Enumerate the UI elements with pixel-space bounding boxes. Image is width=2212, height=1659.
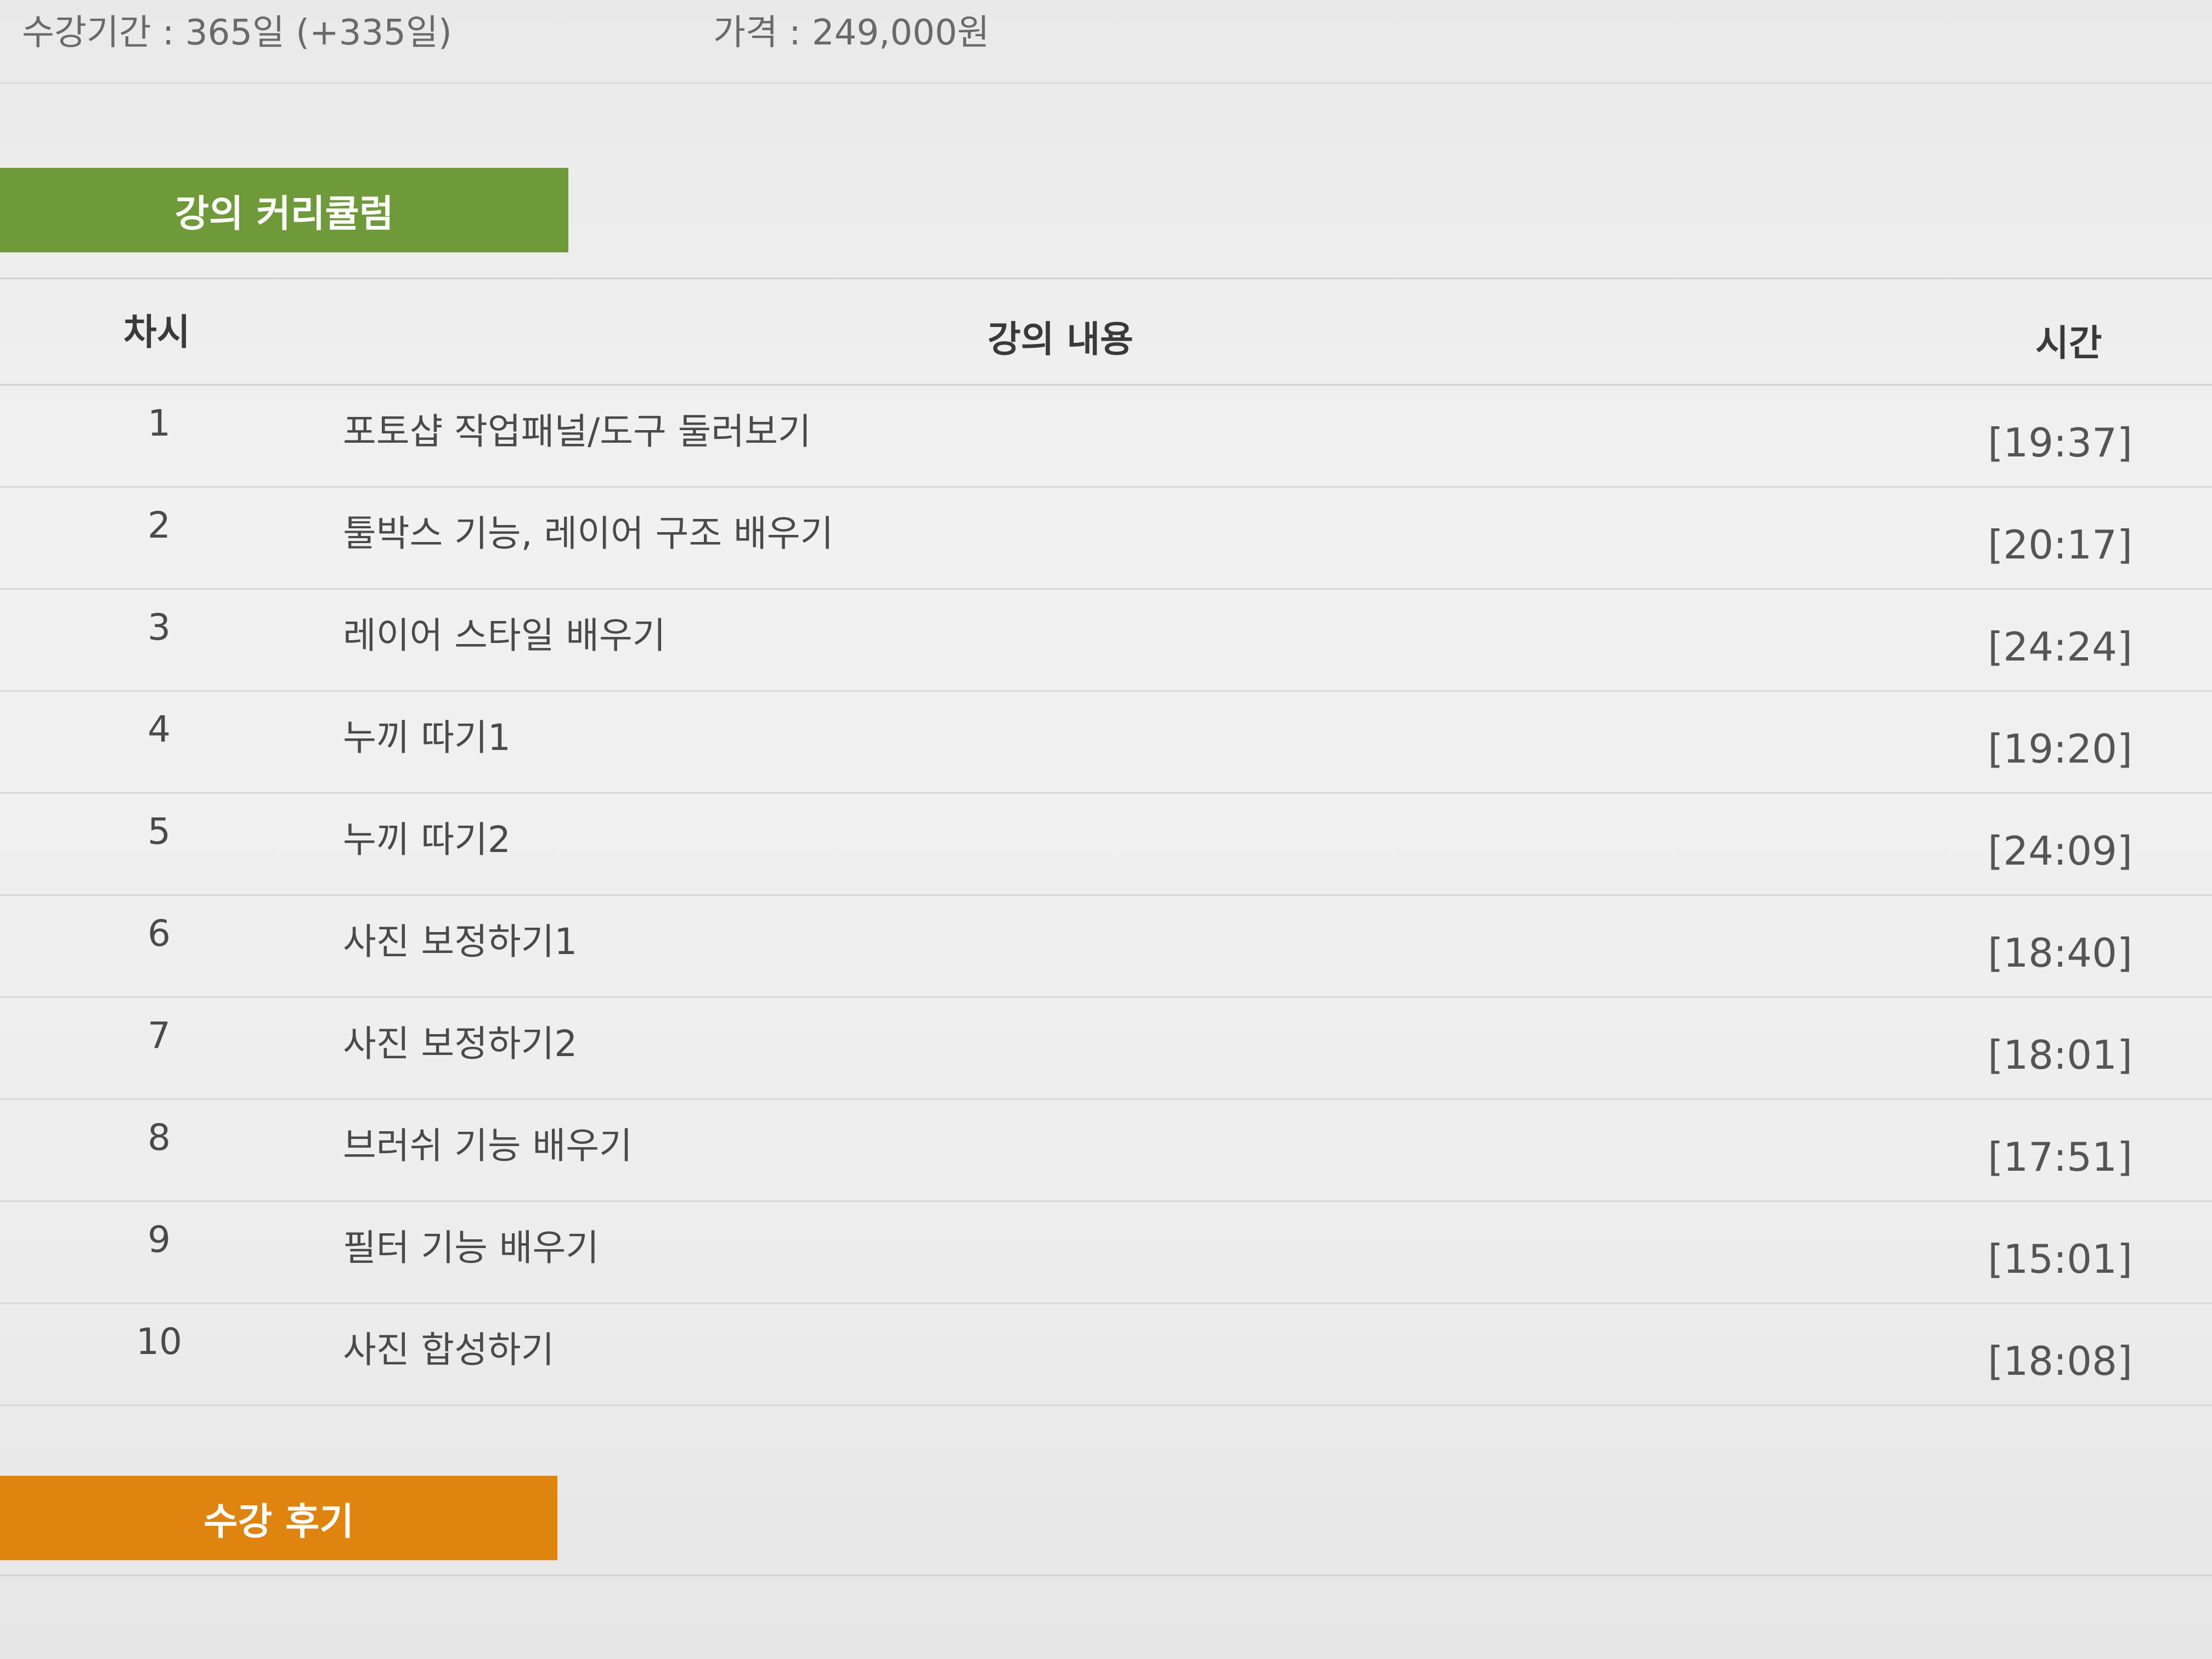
course-price: 가격 : 249,000원 [713,13,990,53]
table-row[interactable]: 4 누끼 따기1 [19:20] [0,692,2212,794]
course-period: 수강기간 : 365일 (+335일) [22,13,452,53]
lesson-title[interactable]: 누끼 따기1 [343,708,511,761]
lesson-number: 3 [148,606,171,648]
lesson-duration: [15:01] [1988,1236,2132,1282]
table-row[interactable]: 8 브러쉬 기능 배우기 [17:51] [0,1100,2212,1202]
table-row[interactable]: 5 누끼 따기2 [24:09] [0,794,2212,896]
section-divider [0,1575,2212,1576]
lesson-duration: [19:20] [1988,726,2132,772]
section-divider [0,278,2212,279]
lesson-number: 10 [136,1321,182,1363]
screen: 수강기간 : 365일 (+335일) 가격 : 249,000원 강의 커리큘… [0,0,2212,1659]
lesson-title[interactable]: 레이어 스타일 배우기 [343,606,665,659]
lesson-number: 4 [148,708,171,751]
lesson-duration: [24:24] [1988,624,2132,670]
curriculum-tab-label: 강의 커리큘럼 [174,192,394,236]
lesson-duration: [18:40] [1988,930,2132,976]
lesson-duration: [19:37] [1988,420,2132,466]
lesson-title[interactable]: 포토샵 작업패널/도구 둘러보기 [343,402,811,455]
course-info-row: 수강기간 : 365일 (+335일) 가격 : 249,000원 [0,0,2212,84]
lesson-number: 7 [148,1014,171,1057]
lesson-number: 5 [148,810,171,853]
lesson-number: 9 [148,1218,171,1261]
lesson-title[interactable]: 사진 합성하기 [343,1321,554,1373]
curriculum-table: 차시 강의 내용 시간 1 포토샵 작업패널/도구 둘러보기 [19:37] 2… [0,280,2212,1406]
lesson-title[interactable]: 필터 기능 배우기 [343,1218,599,1271]
lesson-number: 2 [148,504,171,546]
table-header: 차시 강의 내용 시간 [0,280,2212,386]
lesson-duration: [24:09] [1988,828,2132,874]
curriculum-tab[interactable]: 강의 커리큘럼 [0,168,568,252]
header-time: 시간 [2035,322,2102,364]
table-row[interactable]: 3 레이어 스타일 배우기 [24:24] [0,590,2212,692]
table-row[interactable]: 6 사진 보정하기1 [18:40] [0,896,2212,998]
lesson-title[interactable]: 누끼 따기2 [343,810,511,863]
lesson-duration: [18:08] [1988,1338,2132,1384]
lesson-title[interactable]: 브러쉬 기능 배우기 [343,1116,633,1169]
lesson-title[interactable]: 사진 보정하기1 [343,912,577,965]
reviews-tab-label: 수강 후기 [204,1500,354,1544]
header-title: 강의 내용 [988,318,1133,360]
reviews-tab[interactable]: 수강 후기 [0,1476,557,1560]
lesson-title[interactable]: 툴박스 기능, 레이어 구조 배우기 [343,504,833,557]
table-row[interactable]: 1 포토샵 작업패널/도구 둘러보기 [19:37] [0,386,2212,488]
table-row[interactable]: 9 필터 기능 배우기 [15:01] [0,1202,2212,1304]
table-row[interactable]: 2 툴박스 기능, 레이어 구조 배우기 [20:17] [0,488,2212,590]
lesson-number: 1 [148,402,171,444]
lesson-duration: [17:51] [1988,1134,2132,1180]
lesson-duration: [18:01] [1988,1032,2132,1078]
header-no: 차시 [123,311,190,353]
lesson-number: 6 [148,912,171,955]
table-row[interactable]: 10 사진 합성하기 [18:08] [0,1304,2212,1406]
lesson-duration: [20:17] [1988,522,2132,568]
lesson-title[interactable]: 사진 보정하기2 [343,1014,577,1067]
table-row[interactable]: 7 사진 보정하기2 [18:01] [0,998,2212,1100]
lesson-number: 8 [148,1116,171,1159]
